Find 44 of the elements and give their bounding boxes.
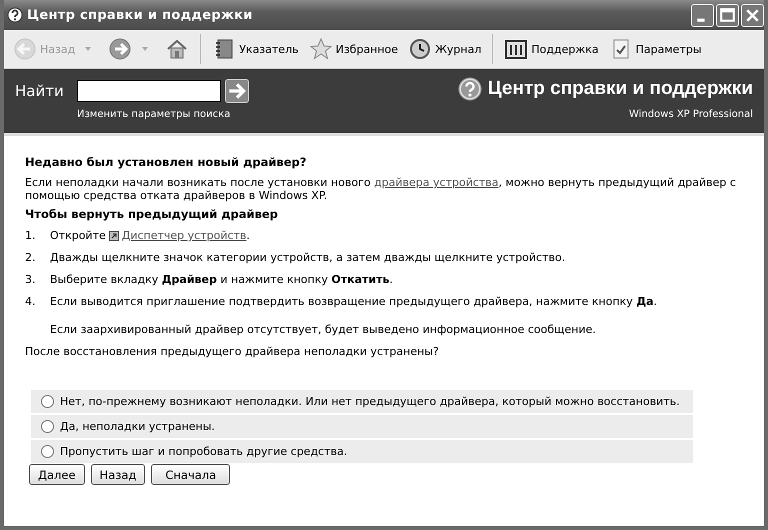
search-field[interactable] [77,80,221,102]
window-title: Центр справки и поддержки [27,8,254,22]
step-text: Если выводится приглашение подтвердить возвращение предыдущего драйвера, нажмите кнопку Да. [50,295,658,308]
edition-label: Windows XP Professional [629,109,753,120]
step-text: Откройте [50,229,106,242]
wizard-button[interactable]: Далее [29,464,85,485]
wizard-button[interactable]: Назад [90,464,146,485]
toolbar-button[interactable]: Поддержка [501,35,602,63]
search-label: Найти [15,82,65,100]
shortcut-icon [108,230,119,240]
star-icon[interactable] [308,37,333,61]
step-text: Выберите вкладку Драйвер и нажмите кнопку Откатить. [50,273,393,286]
toolbar-button[interactable]: Журнал [405,35,484,63]
toolbar-button[interactable]: Параметры [606,35,705,63]
toolbar-button[interactable]: Избранное [306,35,402,63]
device-manager-link[interactable]: Диспетчер устройств [122,229,246,242]
radio-button[interactable] [41,395,54,408]
step-number: 2. [25,251,36,264]
step-number: 4. [25,295,36,310]
option-row[interactable]: Нет, по-прежнему возникают неполадки. Или нет предыдущего драйвера, который можно восстановить. [31,390,693,413]
step-note: Если заархивированный драйвер отсутствует, будет выведено информационное сообщение. [50,323,597,336]
intro-paragraph: Если неполадки начали возникать после установки нового драйвера устройства, можно вернуть предыдущий драйвер с помощью средства отката драйверов в Windows XP. [25,176,737,202]
option-row[interactable]: Да, неполадки устранены. [31,415,693,438]
step-number: 1. [25,229,36,242]
radio-button[interactable] [41,420,54,433]
option-label: Нет, по-прежнему возникают неполадки. Или нет предыдущего драйвера, который можно восстановить. [60,395,680,408]
subheading: Чтобы вернуть предыдущий драйвер [25,208,279,221]
step-text: Дважды щелкните значок категории устройств, а затем дважды щелкните устройство. [50,251,566,264]
option-row[interactable]: Пропустить шаг и попробовать другие средства. [31,440,693,463]
option-label: Да, неполадки устранены. [60,420,215,433]
help-icon [7,7,23,23]
toolbar-button[interactable]: Указатель [209,35,302,63]
step-text: . [246,229,250,242]
wizard-button[interactable]: Сначала [151,464,230,485]
question-text: После восстановления предыдущего драйвера неполадки устранены? [25,345,440,358]
article-heading: Недавно был установлен новый драйвер? [25,156,308,169]
clock-icon[interactable] [408,37,432,61]
help-icon [458,77,482,101]
search-options-link[interactable]: Изменить параметры поиска [77,109,249,120]
device-driver-link[interactable]: драйвера устройства [374,176,499,189]
step-number: 3. [25,273,36,286]
banner-title: Центр справки и поддержки [488,78,753,100]
radio-button[interactable] [41,445,54,458]
option-label: Пропустить шаг и попробовать другие средства. [60,445,348,458]
